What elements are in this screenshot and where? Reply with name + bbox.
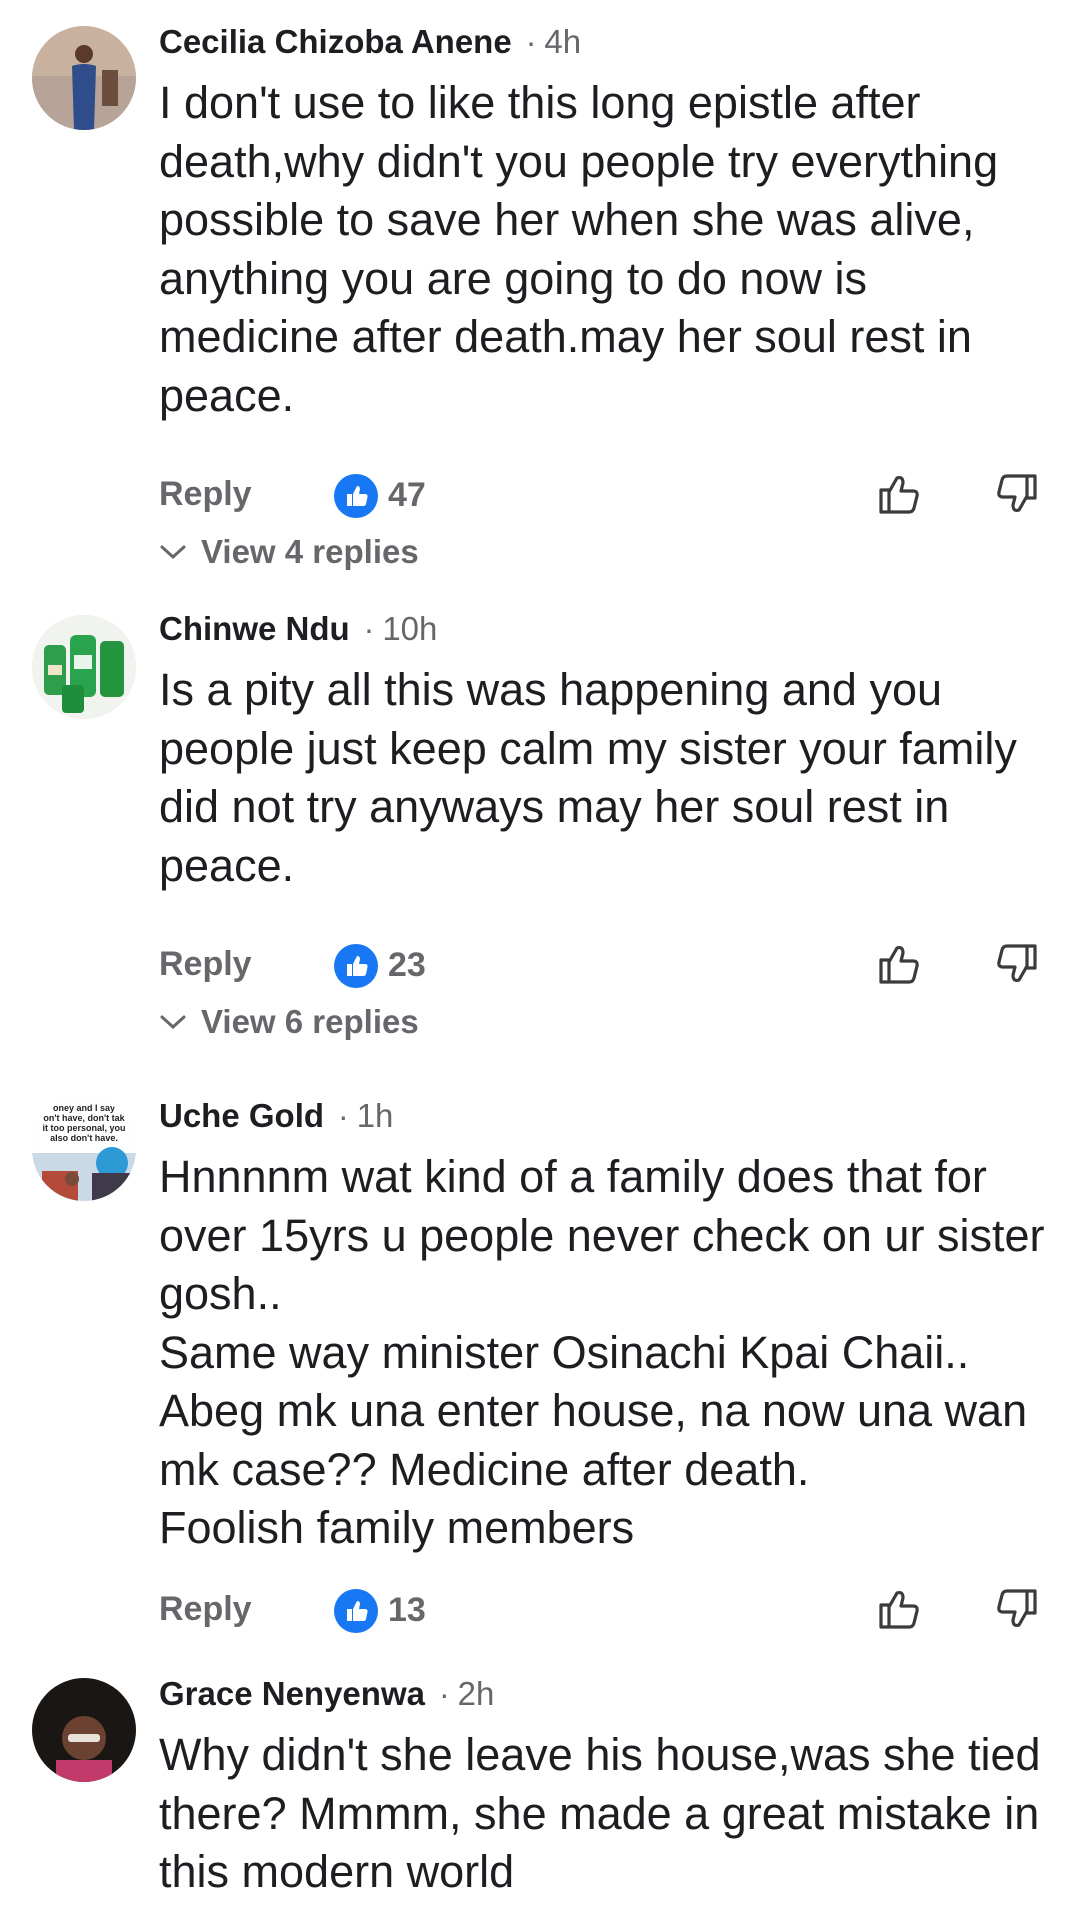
thumbs-down-outline-icon[interactable] [993,940,1039,988]
avatar[interactable] [32,26,136,130]
comment-text: I don't use to like this long epistle af… [159,77,999,421]
comment-actions: Reply 47 [0,470,1080,520]
comment-time: 4h [544,23,582,60]
reply-button[interactable]: Reply [159,1590,252,1629]
avatar[interactable] [32,1678,136,1782]
separator-dot: · [363,610,375,647]
reply-button[interactable]: Reply [159,945,252,984]
thumbs-up-outline-icon[interactable] [877,470,923,518]
author-name[interactable]: Chinwe Ndu [159,610,350,648]
comment-header: Cecilia Chizoba Anene · 4h [159,20,581,64]
thumbs-down-outline-icon[interactable] [993,1585,1039,1633]
comment-actions: Reply 23 [0,940,1080,990]
comment-text: Is a pity all this was happening and you… [159,664,1017,891]
comment-actions: Reply 13 [0,1585,1080,1635]
thumbs-up-badge-icon [334,944,378,988]
author-name[interactable]: Grace Nenyenwa [159,1675,425,1713]
chevron-down-icon [160,1015,186,1030]
comment-time: 1h [356,1097,394,1134]
view-replies-button[interactable]: View 4 replies [159,530,419,574]
like-count: 47 [388,476,426,514]
chevron-down-icon [160,545,186,560]
thumbs-up-badge-icon [334,474,378,518]
like-count: 13 [388,1591,426,1629]
separator-dot: · [338,1097,349,1134]
view-replies-label: View 6 replies [201,1003,419,1040]
thumbs-up-badge-icon [334,1589,378,1633]
author-name[interactable]: Cecilia Chizoba Anene [159,23,512,61]
comment-header: Grace Nenyenwa · 2h [159,1672,494,1716]
comment-text: Hnnnnm wat kind of a family does that fo… [159,1151,1045,1553]
thumbs-up-outline-icon[interactable] [877,940,923,988]
comment-header: Uche Gold · 1h [159,1094,393,1138]
separator-dot: · [525,23,537,60]
avatar[interactable]: oney and I say on't have, don't tak it too… [32,1097,136,1201]
comment-time: 10h [382,610,438,647]
comment-text: Why didn't she leave his house,was she t… [159,1729,1041,1897]
thumbs-up-outline-icon[interactable] [877,1585,923,1633]
thumbs-down-outline-icon[interactable] [993,470,1039,518]
avatar-caption-line: oney and I say on't have, don't tak it too… [42,1103,125,1143]
view-replies-button[interactable]: View 6 replies [159,1000,419,1044]
author-name[interactable]: Uche Gold [159,1097,324,1135]
reply-button[interactable]: Reply [159,475,252,514]
view-replies-label: View 4 replies [201,533,419,570]
comment-header: Chinwe Ndu · 10h [159,607,437,651]
like-count: 23 [388,946,426,984]
avatar[interactable] [32,615,136,719]
separator-dot: · [438,1675,450,1712]
comment-time: 2h [457,1675,495,1712]
